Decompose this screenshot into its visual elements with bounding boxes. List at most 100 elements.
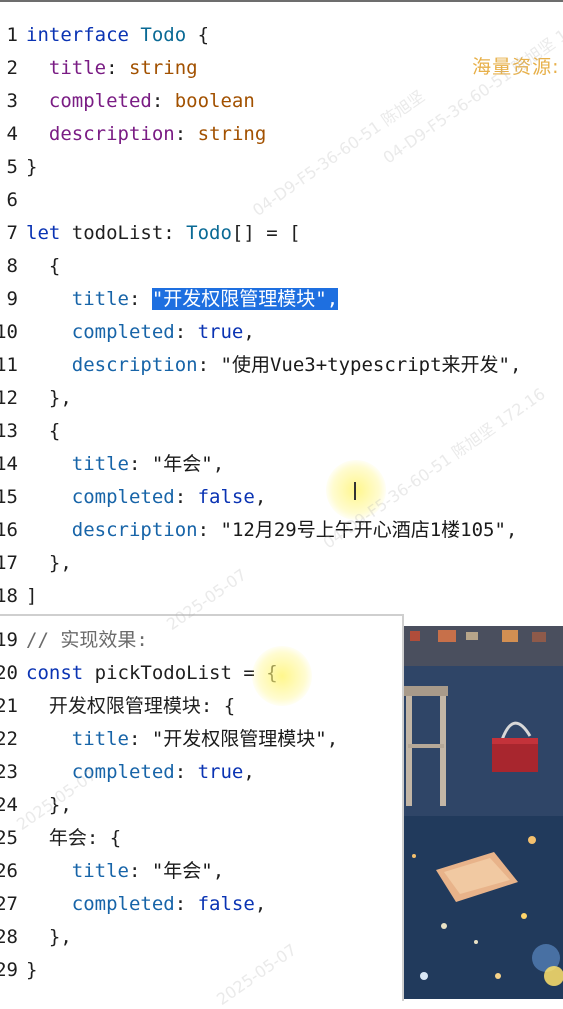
line-number: 23: [0, 761, 18, 783]
line-number: 13: [0, 420, 18, 442]
line-number: 5: [6, 156, 18, 178]
code-token: description: [71, 354, 198, 376]
code-text: {: [26, 250, 60, 283]
line-number: 25: [0, 827, 18, 849]
line-number: 4: [6, 123, 18, 145]
code-text: description: string: [26, 118, 266, 151]
code-token: false: [197, 486, 255, 508]
code-token: title: [71, 728, 129, 750]
line-number: 6: [6, 189, 18, 211]
selected-text: "开发权限管理模块",: [151, 288, 339, 310]
code-text: title: "年会",: [26, 448, 224, 481]
code-text: ]: [26, 580, 37, 613]
code-text: {: [26, 415, 60, 448]
code-text: 年会: {: [26, 822, 121, 855]
code-token: string: [197, 123, 267, 145]
code-token: todoList:: [71, 222, 187, 244]
code-token: ,: [326, 728, 339, 750]
code-token: title: [71, 288, 129, 310]
code-text: },: [26, 382, 72, 415]
code-text: title: string: [26, 52, 198, 85]
code-token: :: [128, 288, 152, 310]
code-token: completed: [71, 321, 175, 343]
line-number: 16: [0, 519, 18, 541]
code-token: {: [186, 24, 210, 46]
line-number: 17: [0, 552, 18, 574]
code-token: }: [26, 959, 38, 981]
code-token: const: [26, 662, 95, 684]
code-token: },: [26, 552, 72, 574]
code-text: }: [26, 954, 37, 987]
code-token: ,: [243, 321, 255, 343]
line-number: 8: [6, 255, 18, 277]
line-number: 21: [0, 695, 18, 717]
line-number: 3: [6, 90, 18, 112]
line-number: 29: [0, 959, 18, 981]
code-token: :: [128, 860, 152, 882]
code-token: {: [26, 420, 61, 442]
code-token: boolean: [174, 90, 255, 112]
code-token: string: [128, 57, 198, 79]
code-token: title: [71, 453, 129, 475]
line-number: 15: [0, 486, 18, 508]
code-token: :: [174, 321, 198, 343]
code-text: },: [26, 547, 72, 580]
code-token: title: [71, 860, 129, 882]
code-token: :: [106, 57, 129, 79]
code-text: title: "开发权限管理模块",: [26, 723, 338, 756]
line-number: 26: [0, 860, 18, 882]
code-token: ,: [212, 453, 225, 475]
top-border: [0, 0, 563, 2]
line-number: 28: [0, 926, 18, 948]
code-token: "开发权限管理模块": [151, 728, 327, 750]
code-token: :: [174, 123, 198, 145]
line-number: 11: [0, 354, 18, 376]
line-number: 9: [6, 288, 18, 310]
line-number: 7: [6, 222, 18, 244]
code-text: completed: true,: [26, 316, 255, 349]
code-text: 开发权限管理模块: {: [26, 690, 235, 723]
code-token: ,: [243, 761, 255, 783]
code-token: ,: [505, 519, 518, 541]
line-number: 14: [0, 453, 18, 475]
code-token: :: [197, 519, 221, 541]
line-number: 22: [0, 728, 18, 750]
code-token: :: [128, 728, 152, 750]
code-token: :: [174, 486, 198, 508]
code-token: pickTodoList =: [94, 662, 267, 684]
code-token: title: [48, 57, 107, 79]
code-token: false: [197, 893, 255, 915]
code-token: 年会: {: [26, 827, 122, 849]
code-token: ,: [254, 486, 267, 508]
code-token: :: [128, 453, 152, 475]
code-text: let todoList: Todo[] = [: [26, 217, 301, 250]
code-text: title: "开发权限管理模块",: [26, 283, 339, 316]
code-token: completed: [48, 90, 152, 112]
code-token: :: [197, 354, 221, 376]
code-token: }: [26, 156, 38, 178]
code-token: description: [71, 519, 198, 541]
line-number: 27: [0, 893, 18, 915]
code-token: },: [26, 387, 72, 409]
code-token: true: [197, 321, 244, 343]
text-cursor-icon: [354, 482, 366, 500]
code-token: 开发权限管理模块: {: [26, 695, 236, 717]
code-token: true: [197, 761, 244, 783]
code-token: // 实现效果:: [26, 629, 148, 651]
code-text: // 实现效果:: [26, 624, 148, 657]
code-token: "年会": [151, 860, 213, 882]
code-token: completed: [71, 486, 175, 508]
code-text: completed: false,: [26, 481, 267, 514]
code-token: :: [151, 90, 175, 112]
code-token: :: [174, 893, 198, 915]
line-number: 12: [0, 387, 18, 409]
code-token: description: [48, 123, 175, 145]
code-token: Todo: [140, 24, 187, 46]
